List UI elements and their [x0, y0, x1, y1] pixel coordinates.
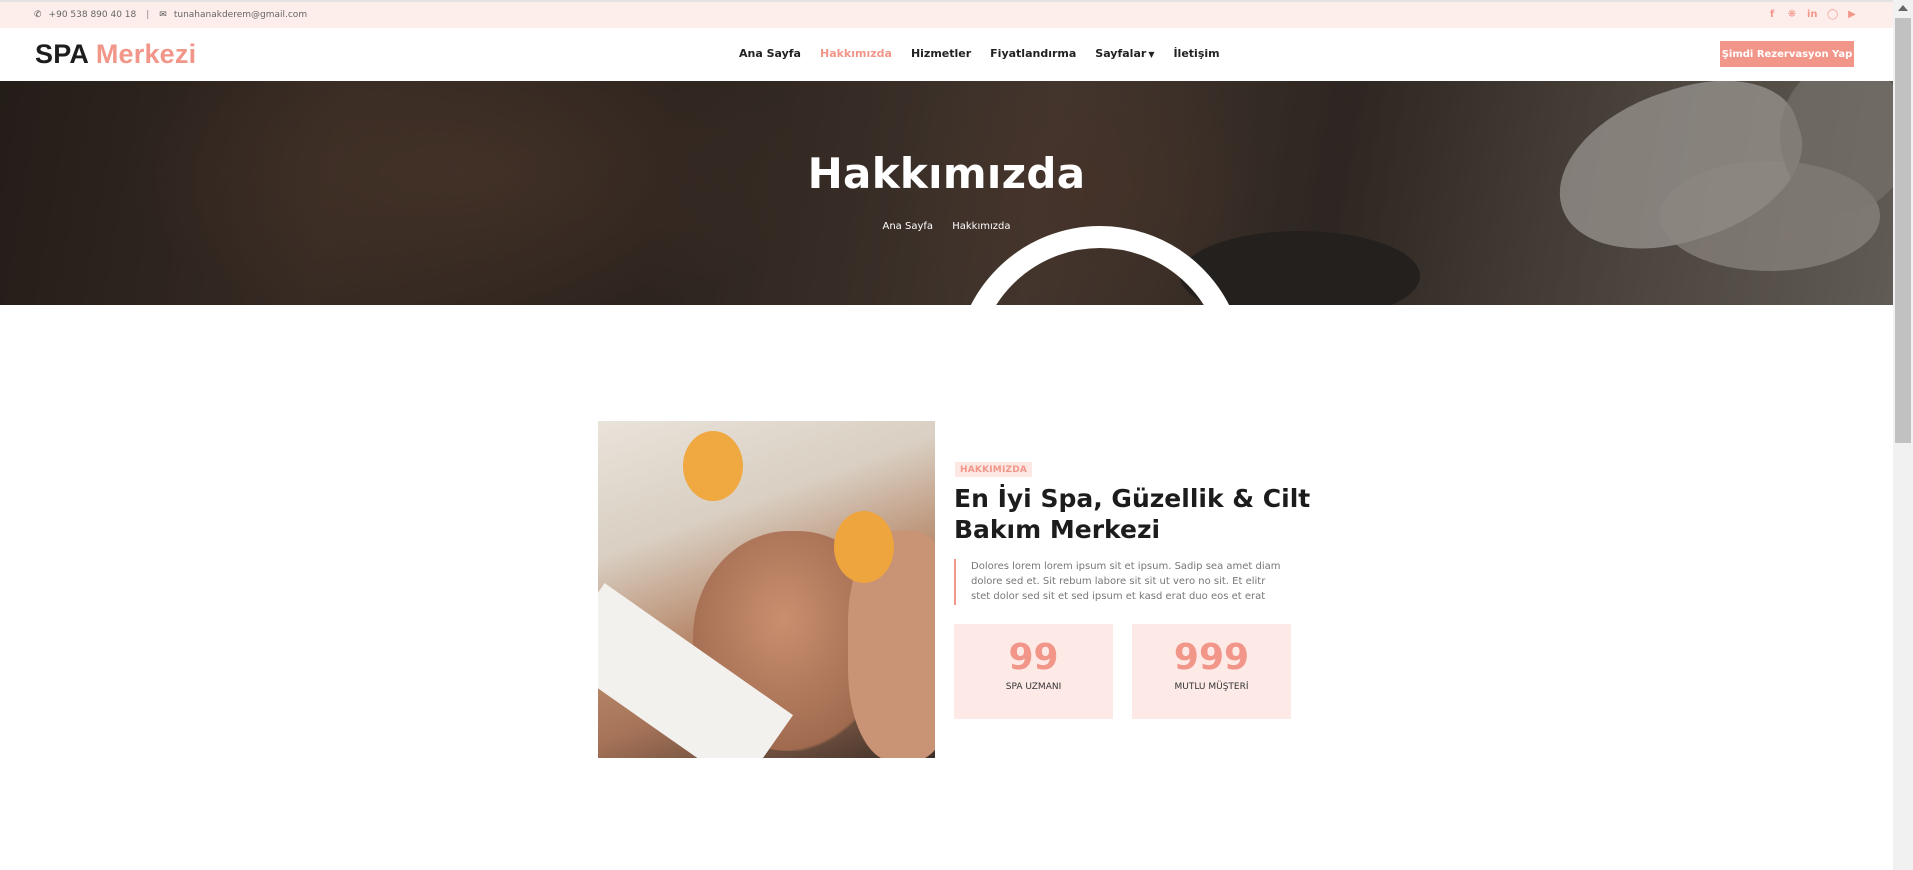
instagram-icon[interactable]: ◯ — [1827, 9, 1838, 20]
page-title: Hakkımızda — [807, 149, 1086, 198]
caret-down-icon: ▼ — [1148, 50, 1155, 59]
image-sponge-left — [683, 431, 743, 501]
brand-part-2: Merkezi — [95, 39, 197, 69]
nav-item-about[interactable]: Hakkımızda — [820, 47, 892, 60]
nav-item-services[interactable]: Hizmetler — [911, 47, 971, 60]
navbar: SPA Merkezi Ana Sayfa Hakkımızda Hizmetl… — [0, 28, 1893, 81]
scrollbar-thumb[interactable] — [1895, 18, 1911, 443]
book-now-button[interactable]: Şimdi Rezervasyon Yap — [1720, 41, 1854, 67]
stat-card-experts: 99 SPA UZMANI — [954, 624, 1113, 719]
social-links: f ❋ in ◯ ▶ — [1767, 9, 1857, 20]
contact-info: ✆ +90 538 890 40 18 | ✉ tunahanakderem@g… — [34, 10, 307, 20]
brand-part-1: SPA — [35, 39, 89, 69]
breadcrumb: Ana Sayfa Hakkımızda — [0, 221, 1893, 232]
envelope-icon: ✉ — [159, 10, 167, 20]
phone-number[interactable]: +90 538 890 40 18 — [49, 10, 137, 20]
stat-number: 999 — [1173, 637, 1250, 678]
stat-card-customers: 999 MUTLU MÜŞTERİ — [1132, 624, 1291, 719]
stat-label: SPA UZMANI — [1005, 682, 1062, 692]
image-sponge-right — [834, 511, 894, 583]
linkedin-icon[interactable]: in — [1807, 9, 1818, 20]
about-heading: En İyi Spa, Güzellik & Cilt Bakım Merkez… — [954, 484, 1311, 544]
page-header-hero: Hakkımızda Ana Sayfa Hakkımızda — [0, 81, 1893, 305]
scroll-up-arrow-icon[interactable] — [1898, 5, 1908, 11]
twitter-icon[interactable]: ❋ — [1787, 9, 1797, 20]
youtube-icon[interactable]: ▶ — [1847, 9, 1857, 20]
about-description: Dolores lorem lorem ipsum sit et ipsum. … — [954, 559, 1284, 605]
nav-item-pages-label: Sayfalar — [1095, 47, 1147, 60]
top-bar: ✆ +90 538 890 40 18 | ✉ tunahanakderem@g… — [0, 0, 1893, 28]
about-image — [598, 421, 935, 758]
page-scrollbar[interactable] — [1893, 0, 1913, 870]
stat-number: 99 — [1008, 637, 1059, 678]
phone-icon: ✆ — [34, 10, 42, 20]
section-tag: HAKKIMIZDA — [955, 462, 1033, 477]
nav-item-contact[interactable]: İletişim — [1173, 47, 1219, 60]
contact-separator: | — [146, 10, 150, 20]
breadcrumb-current: Hakkımızda — [952, 221, 1011, 232]
nav-item-pages[interactable]: Sayfalar ▼ — [1095, 47, 1154, 60]
breadcrumb-home[interactable]: Ana Sayfa — [883, 221, 934, 232]
nav-item-home[interactable]: Ana Sayfa — [739, 47, 801, 60]
email-address[interactable]: tunahanakderem@gmail.com — [174, 10, 307, 20]
facebook-icon[interactable]: f — [1767, 9, 1777, 20]
nav-item-pricing[interactable]: Fiyatlandırma — [990, 47, 1076, 60]
stat-label: MUTLU MÜŞTERİ — [1174, 682, 1249, 692]
brand-logo[interactable]: SPA Merkezi — [35, 39, 196, 70]
main-nav: Ana Sayfa Hakkımızda Hizmetler Fiyatland… — [739, 47, 1239, 60]
